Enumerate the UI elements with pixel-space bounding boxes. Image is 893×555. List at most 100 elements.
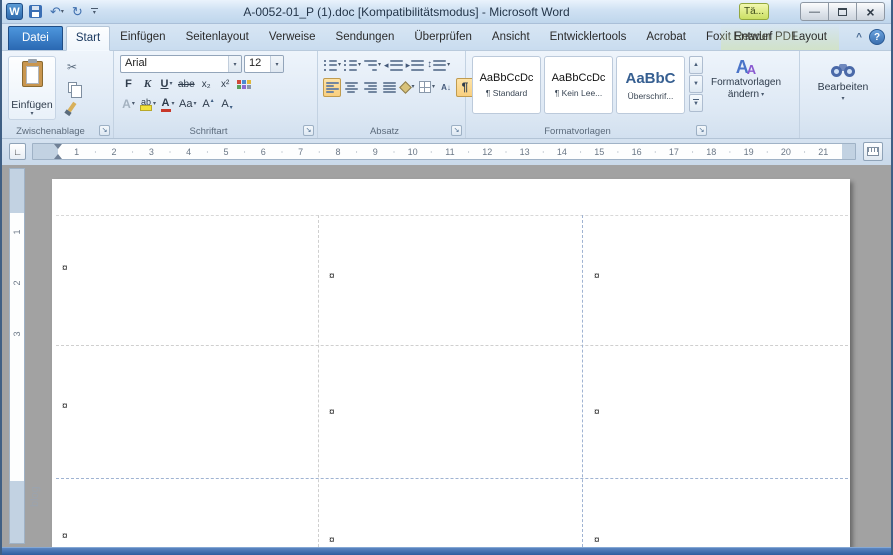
first-line-indent-marker[interactable] — [54, 144, 62, 149]
table-cell-marker[interactable]: ¤ — [594, 407, 600, 418]
cut-button[interactable]: ✂ — [61, 58, 83, 76]
shading-button[interactable]: ▾ — [399, 78, 417, 97]
tab-start[interactable]: Start — [65, 26, 111, 51]
tab-verweise[interactable]: Verweise — [259, 25, 326, 50]
table-cell-marker[interactable]: ¤ — [62, 263, 68, 274]
ruler-mark-16: 16 — [618, 144, 655, 159]
word-logo-icon[interactable]: W — [6, 3, 23, 20]
paragraph-dialog-launcher[interactable]: ↘ — [451, 125, 462, 136]
align-center-button[interactable] — [342, 78, 360, 97]
paste-button[interactable]: Einfügen ▾ — [8, 56, 56, 120]
table-cell-marker[interactable]: ¤ — [329, 407, 335, 418]
subscript-button[interactable]: x₂ — [198, 76, 215, 93]
contextual-tab-entwurf[interactable]: Entwurf — [723, 25, 782, 50]
change-case-button[interactable]: Aa ▾ — [178, 96, 197, 113]
collapse-ribbon-icon[interactable]: ^ — [856, 32, 862, 43]
decrease-indent-button[interactable]: ◂ — [383, 56, 404, 75]
bullets-button[interactable]: ▾ — [323, 56, 342, 75]
hanging-indent-marker[interactable] — [54, 154, 62, 159]
tab-acrobat[interactable]: Acrobat — [636, 25, 696, 50]
table-cell-marker[interactable]: ¤ — [329, 271, 335, 282]
special-characters-button[interactable] — [236, 76, 253, 93]
text-effects-dropdown-icon: ▾ — [131, 101, 135, 107]
save-button[interactable] — [27, 3, 44, 21]
align-right-button[interactable] — [361, 78, 379, 97]
highlight-button[interactable]: ab ▾ — [139, 96, 157, 113]
multilevel-list-button[interactable]: ▾ — [363, 56, 382, 75]
gallery-more-button[interactable]: ▼ — [689, 94, 703, 112]
contextual-tab-layout[interactable]: Layout — [782, 25, 837, 50]
ruler-mark-19: 19 — [730, 144, 767, 159]
editing-button[interactable]: Bearbeiten ▾ — [802, 54, 884, 102]
sort-button[interactable]: A↓ — [437, 78, 455, 97]
tab-sendungen[interactable]: Sendungen — [326, 25, 405, 50]
bold-button[interactable]: F — [120, 76, 137, 93]
tab-selector-button[interactable]: ∟ — [9, 143, 26, 160]
vruler-mark-1: 1 — [12, 229, 22, 235]
strikethrough-button[interactable]: abe — [177, 76, 196, 93]
restore-button[interactable] — [828, 2, 857, 21]
view-ruler-toggle-button[interactable] — [863, 142, 883, 161]
tab-ansicht[interactable]: Ansicht — [482, 25, 540, 50]
ruler-mark-3: 3 — [133, 144, 170, 159]
change-styles-button[interactable]: AA Formatvorlagen ändern ▾ — [707, 54, 785, 100]
style-name: ¶ Kein Lee... — [554, 88, 603, 98]
horizontal-ruler[interactable]: 123456789101112131415161718192021 — [32, 143, 856, 160]
font-color-button[interactable]: A ▾ — [159, 96, 176, 113]
table-tools-contextual-button[interactable]: Tä... — [739, 3, 769, 20]
ruler-mark-8: 8 — [319, 144, 356, 159]
justify-button[interactable] — [380, 78, 398, 97]
tab-überprüfen[interactable]: Überprüfen — [404, 25, 482, 50]
paste-dropdown-icon: ▾ — [30, 111, 34, 117]
italic-button[interactable]: K — [139, 76, 156, 93]
shrink-font-button[interactable]: A ▾ — [219, 96, 236, 113]
line-spacing-button[interactable]: ↕ ▾ — [426, 56, 451, 75]
font-dialog-launcher[interactable]: ↘ — [303, 125, 314, 136]
help-button[interactable]: ? — [869, 29, 885, 45]
increase-indent-button[interactable]: ▸ — [405, 56, 426, 75]
table-cell-marker[interactable]: ¤ — [62, 401, 68, 412]
table-cell-marker[interactable]: ¤ — [62, 531, 68, 542]
grow-font-button[interactable]: A ▴ — [200, 96, 217, 113]
align-left-button[interactable] — [323, 77, 341, 97]
ribbon: Einfügen ▾ ✂ Zwischenablage ↘ Arial ▾ 12 … — [2, 51, 891, 139]
redo-button[interactable]: ↻ — [70, 3, 85, 21]
underline-button[interactable]: U ▾ — [158, 76, 175, 93]
style-card--standard[interactable]: AaBbCcDc ¶ Standard — [472, 56, 541, 114]
change-styles-icon: AA — [735, 57, 757, 77]
ruler-mark-2: 2 — [95, 144, 132, 159]
undo-button[interactable]: ↶ ▾ — [48, 3, 66, 21]
format-painter-button[interactable] — [61, 98, 83, 116]
close-button[interactable]: × — [856, 2, 885, 21]
font-size-dropdown-icon[interactable]: ▾ — [270, 56, 283, 72]
ruler-mark-20: 20 — [767, 144, 804, 159]
gallery-scroll-up-button[interactable]: ▲ — [689, 56, 703, 74]
clipboard-dialog-launcher[interactable]: ↘ — [99, 125, 110, 136]
font-size-combo[interactable]: 12 ▾ — [244, 55, 284, 73]
table-cell-marker[interactable]: ¤ — [594, 535, 600, 546]
superscript-button[interactable]: x² — [217, 76, 234, 93]
copy-button[interactable] — [61, 78, 83, 98]
tab-einfügen[interactable]: Einfügen — [110, 25, 175, 50]
customize-qat-button[interactable]: ▾ — [89, 3, 100, 21]
font-family-value: Arial — [125, 57, 148, 69]
font-family-dropdown-icon[interactable]: ▾ — [228, 56, 241, 72]
table-cell-marker[interactable]: ¤ — [329, 535, 335, 546]
styles-dialog-launcher[interactable]: ↘ — [696, 125, 707, 136]
style-card--kein-lee-[interactable]: AaBbCcDc ¶ Kein Lee... — [544, 56, 613, 114]
tab-datei[interactable]: Datei — [8, 26, 63, 50]
numbering-button[interactable]: ▾ — [343, 56, 362, 75]
gallery-scroll-down-button[interactable]: ▼ — [689, 75, 703, 93]
tab-entwicklertools[interactable]: Entwicklertools — [540, 25, 637, 50]
borders-button[interactable]: ▾ — [418, 78, 436, 97]
style-card-überschrif-[interactable]: AaBbC Überschrif... — [616, 56, 685, 114]
table-cell-marker[interactable]: ¤ — [594, 271, 600, 282]
ruler-mark-1: 1 — [74, 146, 80, 157]
text-effects-button[interactable]: A ▾ — [120, 96, 137, 113]
vertical-ruler[interactable]: 1 2 3 — [9, 168, 25, 544]
document-page[interactable]: ¤ ¤ ¤ ¤ ¤ ¤ ¤ ¤ ¤ — [52, 179, 850, 547]
tab-seitenlayout[interactable]: Seitenlayout — [176, 25, 259, 50]
font-family-combo[interactable]: Arial ▾ — [120, 55, 242, 73]
style-name: ¶ Standard — [485, 88, 528, 98]
minimize-button[interactable]: — — [800, 2, 829, 21]
